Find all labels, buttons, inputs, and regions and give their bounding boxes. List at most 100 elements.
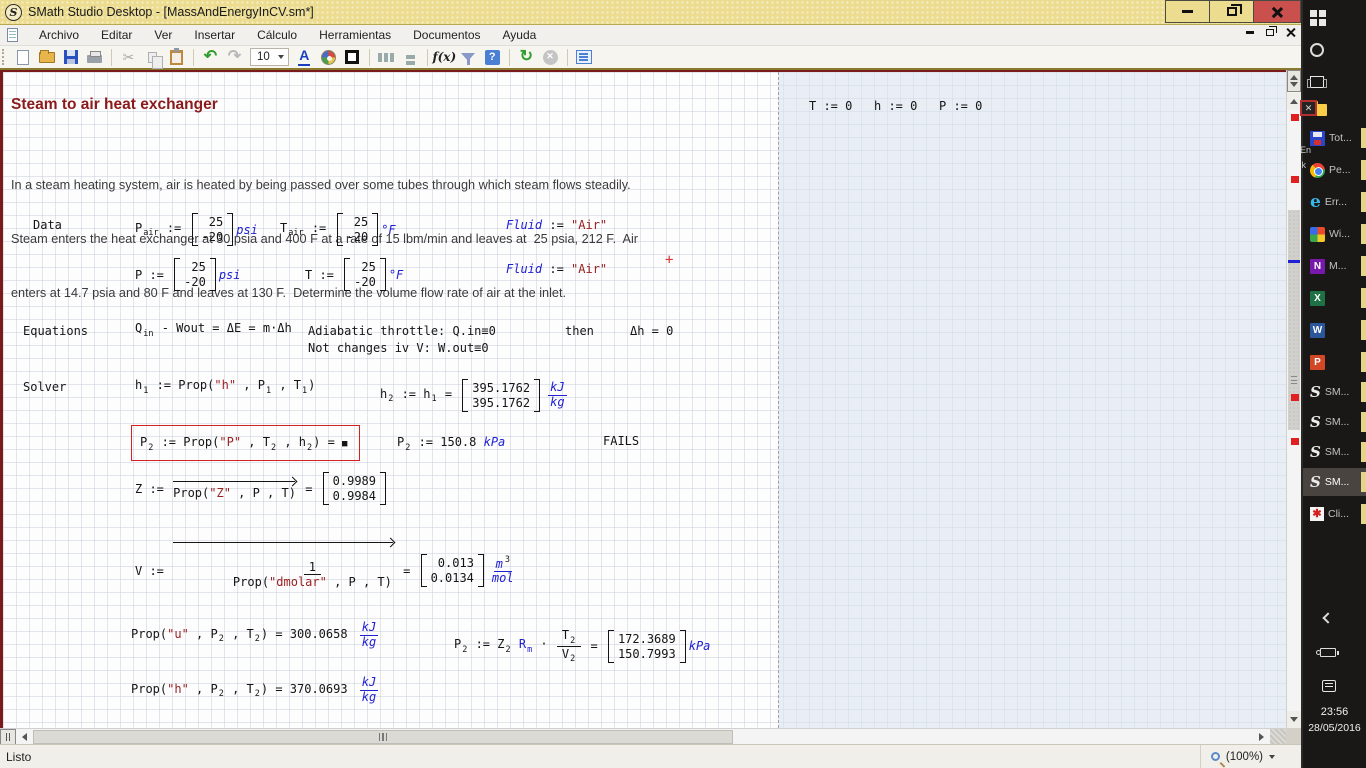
print-button[interactable]: [84, 47, 105, 67]
section-equations[interactable]: Equations: [23, 324, 88, 338]
vertical-scrollbar[interactable]: [1286, 70, 1301, 728]
horizontal-scrollbar[interactable]: [0, 728, 1286, 744]
error-marker[interactable]: [1291, 114, 1299, 121]
math-p2-value[interactable]: P2 := 150.8 kPa: [397, 435, 505, 453]
copy-button[interactable]: [142, 47, 163, 67]
scroll-up-button[interactable]: [1287, 93, 1301, 110]
doc-close-button[interactable]: [1286, 28, 1295, 37]
filter-button[interactable]: [458, 47, 479, 67]
cortana-button[interactable]: [1303, 36, 1366, 64]
taskbar-item-smath-1[interactable]: S SM...: [1303, 378, 1366, 406]
error-marker[interactable]: [1291, 438, 1299, 445]
document-icon[interactable]: [7, 28, 18, 42]
math-z-def[interactable]: Z := Prop("Z" , P , T) = 0.99890.9984: [135, 472, 389, 505]
menu-insertar[interactable]: Insertar: [183, 26, 246, 44]
restore-button[interactable]: [1209, 0, 1254, 23]
taskbar-item-clip-app[interactable]: ✱ Cli...: [1303, 500, 1366, 528]
menu-ayuda[interactable]: Ayuda: [492, 26, 548, 44]
battery-indicator[interactable]: [1303, 638, 1366, 666]
taskbar-item-total-commander[interactable]: Tot...: [1303, 124, 1366, 152]
math-note-volume[interactable]: Not changes iv V: W.out≡0: [308, 341, 489, 355]
clock-date[interactable]: 28/05/2016: [1303, 722, 1366, 734]
stop-button[interactable]: [540, 47, 561, 67]
math-v-def[interactable]: V := 1 Prop("dmolar" , P , T) = 0.0130.0…: [135, 538, 514, 604]
panel-close-icon[interactable]: ✕: [1300, 100, 1317, 116]
math-note-dh[interactable]: Δh = 0: [630, 324, 673, 338]
math-h2-def[interactable]: h2 := h1 = 395.1762395.1762 kJkg: [380, 379, 567, 412]
math-fluid-1[interactable]: Fluid := "Air": [506, 218, 607, 232]
border-button[interactable]: [342, 47, 363, 67]
split-handle[interactable]: [0, 729, 16, 745]
doc-minimize-button[interactable]: [1246, 31, 1254, 33]
menu-archivo[interactable]: Archivo: [28, 26, 90, 44]
font-size-select[interactable]: 10: [250, 48, 289, 66]
taskbar-item-smath-4-active[interactable]: S SM...: [1303, 468, 1366, 496]
error-marker[interactable]: [1291, 176, 1299, 183]
math-p2-ideal-gas[interactable]: P2 := Z2 Rm · T2 V2 = 172.3689150.7993 k…: [454, 628, 710, 664]
menu-herramientas[interactable]: Herramientas: [308, 26, 402, 44]
task-view-button[interactable]: [1303, 68, 1366, 96]
action-center-button[interactable]: [1303, 672, 1366, 700]
taskbar-item-excel[interactable]: X: [1303, 284, 1366, 312]
math-h1-def[interactable]: h1 := Prop("h" , P1 , T1): [135, 378, 315, 396]
clock-time[interactable]: 23:56: [1303, 706, 1366, 718]
align-vertical-button[interactable]: [400, 47, 421, 67]
minimize-button[interactable]: [1165, 0, 1210, 23]
math-p2-prop-def[interactable]: P2 := Prop("P" , T2 , h2) = ■: [140, 435, 347, 453]
taskbar-item-smath-2[interactable]: S SM...: [1303, 408, 1366, 436]
menu-calculo[interactable]: Cálculo: [246, 26, 308, 44]
font-color-button[interactable]: A: [294, 47, 315, 67]
math-fails-note[interactable]: FAILS: [603, 434, 639, 448]
taskbar-item-windows-app[interactable]: Wi...: [1303, 220, 1366, 248]
taskbar-item-onenote[interactable]: N M...: [1303, 252, 1366, 280]
paste-button[interactable]: [166, 47, 187, 67]
zoom-control[interactable]: (100%): [1200, 745, 1275, 768]
toolbar-drag-handle[interactable]: [2, 49, 7, 65]
menu-editar[interactable]: Editar: [90, 26, 143, 44]
scrollbar-thumb[interactable]: [33, 730, 733, 744]
new-button[interactable]: [12, 47, 33, 67]
align-horizontal-button[interactable]: [376, 47, 397, 67]
math-note-adiabatic[interactable]: Adiabatic throttle: Q.in≡0: [308, 324, 496, 338]
redo-button[interactable]: ↷: [224, 47, 245, 67]
math-fluid-2[interactable]: Fluid := "Air": [506, 262, 607, 276]
taskbar-item-powerpoint[interactable]: P: [1303, 348, 1366, 376]
doc-restore-button[interactable]: [1266, 29, 1274, 36]
split-handle[interactable]: [1287, 70, 1301, 92]
scroll-left-button[interactable]: [22, 733, 27, 741]
taskbar-item-edge[interactable]: e Err...: [1303, 188, 1366, 216]
save-button[interactable]: [60, 47, 81, 67]
refresh-button[interactable]: ↻: [516, 47, 537, 67]
open-button[interactable]: [36, 47, 57, 67]
math-h0[interactable]: h := 0: [874, 99, 917, 113]
taskbar-item-smath-3[interactable]: S SM...: [1303, 438, 1366, 466]
menu-ver[interactable]: Ver: [143, 26, 183, 44]
doc-heading[interactable]: Steam to air heat exchanger: [11, 96, 218, 114]
close-button[interactable]: [1253, 0, 1301, 23]
error-marker[interactable]: [1291, 394, 1299, 401]
undo-button[interactable]: ↶: [200, 47, 221, 67]
menu-documentos[interactable]: Documentos: [402, 26, 491, 44]
help-button[interactable]: [482, 47, 503, 67]
math-p-air[interactable]: Pair := 25-20 psi: [135, 213, 258, 246]
section-solver[interactable]: Solver: [23, 380, 66, 394]
cut-button[interactable]: ✂: [118, 47, 139, 67]
math-prop-h[interactable]: Prop("h" , P2 , T2) = 370.0693 kJkg: [131, 676, 378, 705]
math-p0[interactable]: P := 0: [939, 99, 982, 113]
math-t0[interactable]: T := 0: [809, 99, 852, 113]
math-t[interactable]: T := 25-20 °F: [305, 258, 403, 291]
math-p[interactable]: P := 25-20 psi: [135, 258, 241, 291]
scroll-right-button[interactable]: [1259, 733, 1264, 741]
taskbar-item-chrome[interactable]: Pe...: [1303, 156, 1366, 184]
function-button[interactable]: f(x): [434, 47, 455, 67]
math-prop-u[interactable]: Prop("u" , P2 , T2) = 300.0658 kJkg: [131, 621, 378, 650]
taskbar-item-word[interactable]: W: [1303, 316, 1366, 344]
worksheet-canvas[interactable]: Steam to air heat exchanger In a steam h…: [0, 70, 1286, 728]
section-data[interactable]: Data: [33, 218, 62, 232]
math-t-air[interactable]: Tair := 25-20 °F: [280, 213, 396, 246]
math-energy-balance[interactable]: Qin - Wout = ΔE = m·Δh: [135, 321, 292, 339]
scroll-down-button[interactable]: [1287, 711, 1301, 728]
palette-button[interactable]: [318, 47, 339, 67]
scrollbar-thumb[interactable]: [1288, 210, 1300, 430]
start-button[interactable]: [1303, 4, 1366, 32]
